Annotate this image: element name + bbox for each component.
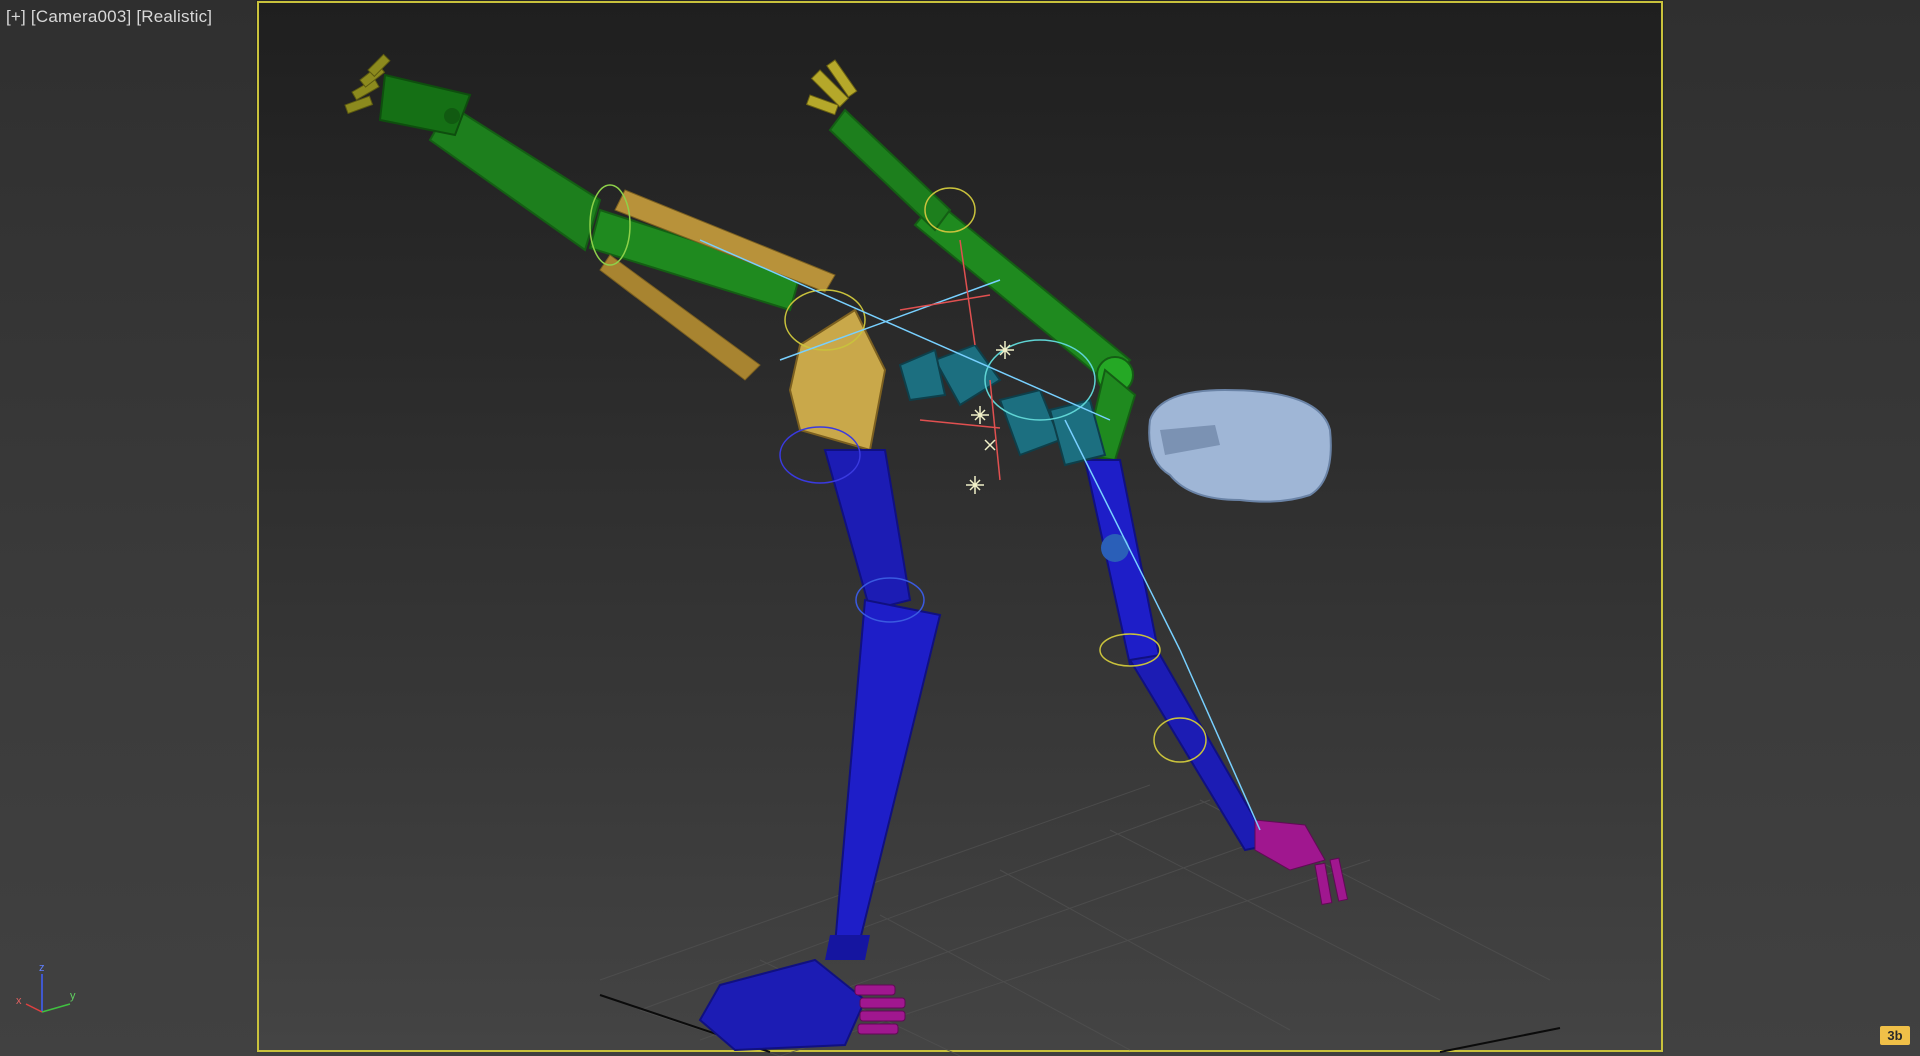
biped-leg[interactable] — [698, 449, 942, 1052]
thigh-bone — [823, 449, 912, 612]
biped-rig-scene[interactable] — [0, 0, 1920, 1056]
viewport-shading-menu[interactable]: [Realistic] — [136, 7, 212, 26]
axis-x-label: x — [16, 995, 22, 1007]
viewport-label: [+] [Camera003] [Realistic] — [6, 7, 212, 27]
viewport[interactable]: [+] [Camera003] [Realistic] z y x 3b — [0, 0, 1920, 1056]
clavicle-bone — [898, 348, 947, 402]
foot-bone — [698, 958, 867, 1052]
hand-down-bones — [1254, 819, 1349, 905]
forearm-bone — [828, 108, 952, 232]
ankle-bone — [825, 935, 870, 960]
viewport-camera-menu[interactable]: [Camera003] — [31, 7, 131, 26]
corner-badge-icon[interactable]: 3b — [1880, 1026, 1910, 1045]
biped-head[interactable] — [1148, 388, 1332, 503]
viewport-general-menu[interactable]: [+] — [6, 7, 26, 26]
biped-left-arm[interactable] — [344, 53, 802, 312]
forearm-down-bone — [1128, 653, 1272, 852]
spine-bone-1 — [998, 388, 1062, 457]
rig-control-gizmos[interactable] — [589, 184, 1261, 831]
calf-bone — [833, 598, 942, 947]
axis-tripod-icon: z y x — [16, 962, 76, 1013]
hand-bone — [378, 73, 472, 137]
axis-z-label: z — [39, 962, 45, 974]
axis-y-label: y — [70, 990, 76, 1002]
wrist-joint — [444, 108, 460, 124]
hand-bones — [805, 59, 858, 116]
